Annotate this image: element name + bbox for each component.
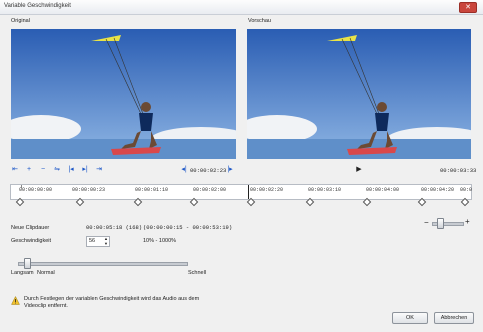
ruler-label: 00:00:02:20 (250, 187, 284, 193)
speed-stepper[interactable]: 56 ▲ ▼ (86, 236, 110, 247)
neue-clipdauer-label: Neue Clipdauer (11, 225, 50, 231)
play-icon[interactable]: ▶ (355, 166, 363, 174)
next-frame-icon[interactable]: |▸ (226, 166, 234, 174)
preview-timecode: 00:00:03:33 (440, 167, 477, 174)
cancel-button[interactable]: Abbrechen (434, 312, 474, 324)
normal-label: Normal (37, 270, 55, 276)
speed-slider-track[interactable] (18, 262, 188, 266)
speed-range-label: 10% - 1000% (143, 238, 177, 244)
zoom-slider-thumb[interactable] (437, 218, 444, 229)
preview-label: Vorschau (248, 18, 271, 24)
ruler-label: 00:00:03:10 (308, 187, 342, 193)
original-label: Original (11, 18, 30, 24)
ruler-label: 00:00:00:00 (19, 187, 53, 193)
geschwindigkeit-label: Geschwindigkeit (11, 238, 52, 244)
ruler-label: 00:0 (460, 187, 473, 193)
warning-text: Durch Festlegen der variablen Geschwindi… (24, 296, 200, 309)
ok-button[interactable]: OK (392, 312, 428, 324)
zoom-in-icon[interactable]: + (465, 217, 470, 226)
warning-icon (11, 296, 20, 305)
ruler-label: 00:00:01:10 (135, 187, 169, 193)
ruler-label: 00:00:02:00 (193, 187, 227, 193)
playhead[interactable] (248, 185, 249, 199)
ruler-label: 00:00:04:00 (366, 187, 400, 193)
prev-keyframe-icon[interactable]: |◂ (67, 166, 75, 174)
window-title: Variable Geschwindigkeit (4, 3, 71, 9)
original-video (11, 29, 236, 159)
speed-slider-thumb[interactable] (23, 258, 31, 269)
add-keyframe-icon[interactable]: + (25, 166, 33, 174)
original-timecode: 00:00:02:23 (190, 167, 227, 174)
mark-in-icon[interactable]: ⇤ (11, 166, 19, 174)
zoom-out-icon[interactable]: − (424, 218, 429, 227)
neue-clipdauer-value: 00:00:05:18 (168) (86, 224, 143, 231)
remove-keyframe-icon[interactable]: − (39, 166, 47, 174)
speed-stepper-value[interactable]: 56 (89, 238, 95, 244)
schnell-label: Schnell (188, 270, 207, 276)
mark-out-icon[interactable]: ⇥ (95, 166, 103, 174)
ruler-label: 00:00:00:23 (72, 187, 106, 193)
title-bar: Variable Geschwindigkeit ✕ (0, 0, 483, 15)
next-keyframe-icon[interactable]: ▸| (81, 166, 89, 174)
clip-range-value: (00:00:00:15 - 00:00:53:19) (143, 224, 233, 231)
reverse-keyframe-icon[interactable]: ⇋ (53, 166, 61, 174)
ruler-label: 00:00:04:20 (421, 187, 455, 193)
stepper-down-icon[interactable]: ▼ (104, 241, 108, 246)
preview-video (247, 29, 471, 159)
close-icon[interactable]: ✕ (459, 2, 477, 13)
langsam-label: Langsam (11, 270, 34, 276)
prev-frame-icon[interactable]: ◂| (180, 166, 188, 174)
